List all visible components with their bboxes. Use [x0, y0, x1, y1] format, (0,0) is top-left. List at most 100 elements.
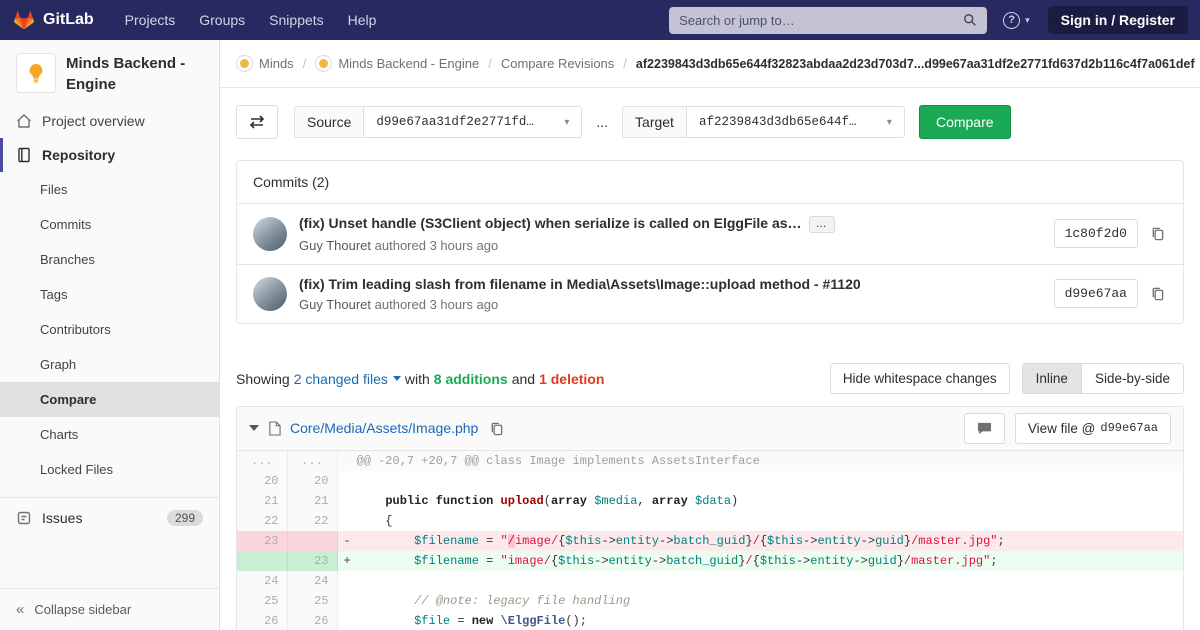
commit-sha[interactable]: 1c80f2d0 — [1053, 219, 1138, 249]
old-line-number[interactable] — [237, 550, 288, 571]
commit-expand-button[interactable]: … — [808, 215, 835, 233]
diff-line-context: 24 24 — [237, 570, 1183, 591]
commit-title-link[interactable]: (fix) Unset handle (S3Client object) whe… — [299, 215, 802, 231]
diff-code-cell: public function upload(array $media, arr… — [385, 493, 739, 508]
chevron-down-icon — [392, 376, 401, 382]
new-line-number[interactable]: 23 — [287, 550, 338, 571]
chevron-down-icon: ▾ — [886, 116, 892, 128]
sidebar-item-compare[interactable]: Compare — [0, 382, 219, 417]
old-line-number[interactable]: ... — [237, 450, 288, 471]
new-line-number[interactable]: 22 — [287, 510, 338, 531]
breadcrumb-project[interactable]: Minds Backend - Engine — [315, 55, 479, 72]
showing-label: Showing — [236, 370, 290, 387]
changed-files-dropdown[interactable]: 2 changed files — [294, 371, 401, 387]
new-line-number[interactable]: 20 — [287, 470, 338, 491]
breadcrumb-group[interactable]: Minds — [236, 55, 294, 72]
sidebar-item-issues[interactable]: Issues 299 — [0, 497, 219, 538]
breadcrumb-current-compare: af2239843d3db65e644f32823abdaa2d23d703d7… — [635, 56, 1195, 71]
copy-sha-button[interactable] — [1148, 224, 1167, 243]
commit-author-link[interactable]: Guy Thouret — [299, 297, 371, 312]
commit-author-avatar[interactable] — [253, 276, 287, 311]
additions-count: 8 additions — [433, 370, 508, 387]
project-header[interactable]: Minds Backend - Engine — [0, 40, 219, 104]
old-line-number[interactable]: 20 — [237, 470, 288, 491]
copy-file-path-button[interactable] — [487, 419, 506, 438]
old-line-number[interactable]: 26 — [237, 610, 288, 630]
inline-view-button[interactable]: Inline — [1022, 364, 1081, 394]
help-menu[interactable]: ? ▾ — [1003, 11, 1030, 29]
repository-subnav: Files Commits Branches Tags Contributors Grap… — [0, 172, 219, 487]
target-label: Target — [622, 106, 687, 138]
search-input[interactable] — [679, 12, 964, 28]
collapse-diff-caret-icon[interactable] — [249, 425, 259, 432]
nav-menu: Projects Groups Snippets Help — [114, 6, 388, 34]
diff-code-cell: // @note: legacy file handling — [414, 593, 631, 608]
collapse-chevrons-icon: « — [16, 601, 25, 618]
commits-panel: Commits (2) (fix) Unset handle (S3Client… — [236, 160, 1184, 324]
search-box[interactable] — [669, 6, 988, 34]
file-path-link[interactable]: Core/Media/Assets/Image.php — [290, 420, 478, 436]
old-line-number[interactable]: 21 — [237, 490, 288, 511]
sidebar-item-locked-files[interactable]: Locked Files — [0, 452, 219, 487]
sidebar-item-branches[interactable]: Branches — [0, 242, 219, 277]
commit-author-avatar[interactable] — [253, 216, 287, 251]
sidebar-item-tags[interactable]: Tags — [0, 277, 219, 312]
target-ref-group: Target af2239843d3db65e644f… ▾ — [622, 106, 905, 138]
diff-code-cell: + $filename = "image/{$this->entity->bat… — [337, 550, 1183, 571]
sidebar-item-charts[interactable]: Charts — [0, 417, 219, 452]
breadcrumb-page-link[interactable]: Compare Revisions — [501, 56, 614, 71]
new-line-number[interactable] — [287, 530, 338, 551]
swap-refs-button[interactable] — [236, 105, 278, 139]
nav-item-help[interactable]: Help — [337, 6, 388, 34]
breadcrumb-separator: / — [488, 56, 492, 71]
comment-on-file-button[interactable] — [963, 412, 1005, 444]
sidebar-item-contributors[interactable]: Contributors — [0, 312, 219, 347]
old-line-number[interactable]: 24 — [237, 570, 288, 591]
hide-whitespace-button[interactable]: Hide whitespace changes — [829, 363, 1010, 395]
new-line-number[interactable]: ... — [287, 450, 338, 471]
commit-sha[interactable]: d99e67aa — [1053, 279, 1138, 309]
commit-title-link[interactable]: (fix) Trim leading slash from filename i… — [299, 276, 861, 292]
breadcrumb-group-link[interactable]: Minds — [259, 56, 294, 71]
diff-line-context: 26 26 $file = new \ElggFile(); — [237, 610, 1183, 630]
copy-sha-button[interactable] — [1148, 284, 1167, 303]
sign-in-button[interactable]: Sign in / Register — [1047, 6, 1188, 34]
source-label: Source — [294, 106, 365, 138]
nav-item-groups[interactable]: Groups — [188, 6, 256, 34]
new-line-number[interactable]: 24 — [287, 570, 338, 591]
repository-icon — [16, 147, 32, 163]
diff-line-add: 23 + $filename = "image/{$this->entity->b… — [237, 550, 1183, 571]
and-label: and — [511, 370, 536, 387]
nav-item-projects[interactable]: Projects — [114, 6, 187, 34]
diff-line-hunk: ...... @@ -20,7 +20,7 @@ class Image imp… — [237, 450, 1183, 471]
old-line-number[interactable]: 25 — [237, 590, 288, 611]
sidebar-item-commits[interactable]: Commits — [0, 207, 219, 242]
new-line-number[interactable]: 25 — [287, 590, 338, 611]
chevron-down-icon: ▾ — [564, 116, 570, 128]
collapse-sidebar-button[interactable]: « Collapse sidebar — [0, 588, 219, 630]
old-line-number[interactable]: 23 — [237, 530, 288, 551]
view-file-button[interactable]: View file @ d99e67aa — [1014, 412, 1171, 444]
target-ref-dropdown[interactable]: af2239843d3db65e644f… ▾ — [686, 106, 905, 138]
view-file-sha: d99e67aa — [1100, 421, 1158, 436]
side-by-side-view-button[interactable]: Side-by-side — [1080, 364, 1183, 394]
gitlab-home-link[interactable]: GitLab — [12, 8, 94, 32]
deletions-count: 1 deletion — [539, 370, 605, 387]
source-ref-dropdown[interactable]: d99e67aa31df2e2771fd… ▾ — [364, 106, 583, 138]
diff-file-panel: Core/Media/Assets/Image.php View file @ … — [236, 405, 1184, 630]
compare-button[interactable]: Compare — [918, 105, 1011, 139]
sidebar-item-project-overview[interactable]: Project overview — [0, 104, 219, 138]
project-avatar — [16, 53, 56, 93]
old-line-number[interactable]: 22 — [237, 510, 288, 531]
sidebar-item-label: Issues — [42, 510, 83, 526]
new-line-number[interactable]: 21 — [287, 490, 338, 511]
sidebar-item-repository[interactable]: Repository — [0, 138, 219, 172]
breadcrumb-project-link[interactable]: Minds Backend - Engine — [338, 56, 479, 71]
sidebar-item-graph[interactable]: Graph — [0, 347, 219, 382]
nav-item-snippets[interactable]: Snippets — [258, 6, 334, 34]
new-line-number[interactable]: 26 — [287, 610, 338, 630]
sidebar-item-files[interactable]: Files — [0, 172, 219, 207]
diff-code-cell: { — [356, 513, 393, 528]
commit-author-link[interactable]: Guy Thouret — [299, 238, 371, 253]
breadcrumb-separator: / — [302, 56, 307, 71]
